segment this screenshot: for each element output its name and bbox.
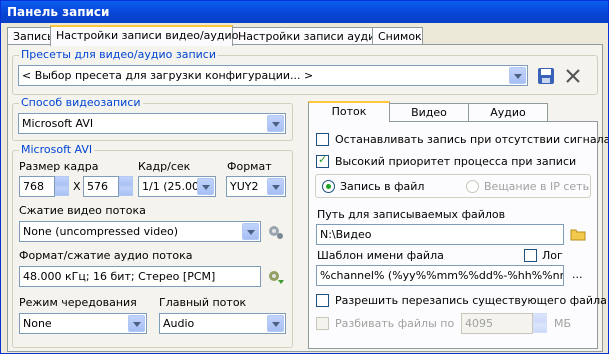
gear-settings-icon[interactable]	[267, 223, 285, 241]
path-label: Путь для записываемых файлов	[317, 208, 506, 221]
stop-no-signal-label: Останавливать запись при отсутствии сигн…	[335, 133, 609, 146]
interleave-select[interactable]: None	[19, 313, 147, 334]
split-unit-label: МБ	[554, 317, 572, 330]
avi-group: Microsoft AVI Размер кадра 768 X 576 Кад…	[12, 143, 293, 348]
tab-stream[interactable]: Поток	[308, 101, 390, 122]
video-compression-label: Сжатие видео потока	[19, 204, 146, 217]
tab-video-audio-settings[interactable]: Настройки записи видео/аудио	[50, 25, 238, 46]
path-input[interactable]: N:\Видео	[316, 224, 564, 245]
split-size-input[interactable]: 4095	[461, 313, 533, 334]
audio-format-field[interactable]: 48.000 кГц; 16 бит; Стерео [PCM]	[19, 266, 261, 287]
master-stream-label: Главный поток	[159, 296, 247, 309]
audio-settings-icon[interactable]	[267, 268, 285, 286]
record-to-file-label: Запись в файл	[340, 180, 425, 193]
width-spinner[interactable]	[55, 176, 69, 197]
chevron-down-icon[interactable]	[509, 67, 526, 84]
tab-snapshot[interactable]: Снимок	[372, 27, 423, 45]
preset-select[interactable]: < Выбор пресета для загрузки конфигураци…	[18, 65, 528, 86]
record-to-file-radio[interactable]	[322, 180, 335, 193]
sub-tabs: Поток Видео Аудио	[308, 101, 598, 123]
presets-group: Пресеты для видео/аудио записи < Выбор п…	[12, 48, 598, 95]
frame-size-label: Размер кадра	[19, 160, 99, 173]
frame-width-input[interactable]: 768	[19, 176, 55, 197]
more-button[interactable]: ...	[572, 268, 583, 281]
fps-value: 1/1 (25.00)	[142, 180, 204, 193]
high-priority-checkbox[interactable]	[316, 153, 329, 168]
window-title: Панель записи	[1, 1, 608, 23]
folder-icon[interactable]	[570, 226, 586, 242]
chevron-down-icon[interactable]	[267, 315, 284, 332]
ip-broadcast-radio[interactable]	[466, 180, 479, 193]
stop-no-signal-checkbox[interactable]	[316, 133, 329, 146]
tab-panel: Пресеты для видео/аудио записи < Выбор п…	[7, 44, 608, 352]
video-compression-select[interactable]: None (uncompressed video)	[19, 221, 261, 242]
close-icon[interactable]	[565, 68, 581, 84]
split-size-spinner[interactable]	[533, 313, 547, 334]
fps-select[interactable]: 1/1 (25.00)	[138, 176, 216, 197]
tab-record[interactable]: Запись	[7, 27, 54, 45]
high-priority-label: Высокий приоритет процесса при записи	[335, 155, 577, 168]
output-mode-group: Запись в файл Вещание в IP сеть	[315, 174, 591, 198]
format-select[interactable]: YUY2	[226, 176, 286, 197]
size-separator: X	[73, 180, 81, 193]
method-legend: Способ видеозаписи	[19, 96, 143, 109]
format-value: YUY2	[230, 180, 259, 193]
record-method-group: Способ видеозаписи Microsoft AVI	[12, 96, 293, 141]
method-select[interactable]: Microsoft AVI	[18, 113, 286, 134]
master-stream-select[interactable]: Audio	[159, 313, 286, 334]
interleave-label: Режим чередования	[19, 296, 137, 309]
video-compression-value: None (uncompressed video)	[23, 225, 178, 238]
chevron-down-icon[interactable]	[242, 223, 259, 240]
tab-audio[interactable]: Аудио	[468, 103, 548, 121]
fps-label: Кадр/сек	[138, 160, 191, 173]
recording-panel-window: Панель записи Запись Настройки записи ви…	[0, 0, 609, 354]
frame-height-input[interactable]: 576	[83, 176, 119, 197]
tab-video[interactable]: Видео	[389, 103, 469, 121]
ip-broadcast-label: Вещание в IP сеть	[484, 180, 590, 193]
tab-audio-settings[interactable]: Настройки записи аудио	[232, 27, 382, 45]
master-stream-value: Audio	[163, 317, 195, 330]
chevron-down-icon[interactable]	[267, 115, 284, 132]
format-label: Формат	[227, 160, 272, 173]
log-label: Лог	[542, 249, 563, 262]
height-spinner[interactable]	[119, 176, 133, 197]
interleave-value: None	[23, 317, 52, 330]
presets-legend: Пресеты для видео/аудио записи	[19, 48, 218, 61]
chevron-down-icon[interactable]	[197, 178, 214, 195]
log-checkbox[interactable]	[524, 249, 537, 262]
chevron-down-icon[interactable]	[128, 315, 145, 332]
avi-legend: Microsoft AVI	[19, 143, 95, 156]
allow-overwrite-label: Разрешить перезапись существующего файла	[335, 294, 607, 307]
filename-template-label: Шаблон имени файла	[317, 249, 444, 262]
method-value: Microsoft AVI	[22, 117, 94, 130]
allow-overwrite-checkbox[interactable]	[316, 294, 329, 307]
split-files-checkbox[interactable]	[316, 317, 329, 330]
stream-panel: Останавливать запись при отсутствии сигн…	[308, 121, 608, 349]
chevron-down-icon[interactable]	[267, 178, 284, 195]
save-icon[interactable]	[537, 67, 555, 85]
split-files-label: Разбивать файлы по	[335, 317, 455, 330]
audio-format-label: Формат/сжатие аудио потока	[19, 249, 193, 262]
filename-template-input[interactable]: %channel% (%yy%%mm%%dd%-%hh%%nn%	[316, 265, 564, 286]
preset-value: < Выбор пресета для загрузки конфигураци…	[22, 69, 314, 82]
